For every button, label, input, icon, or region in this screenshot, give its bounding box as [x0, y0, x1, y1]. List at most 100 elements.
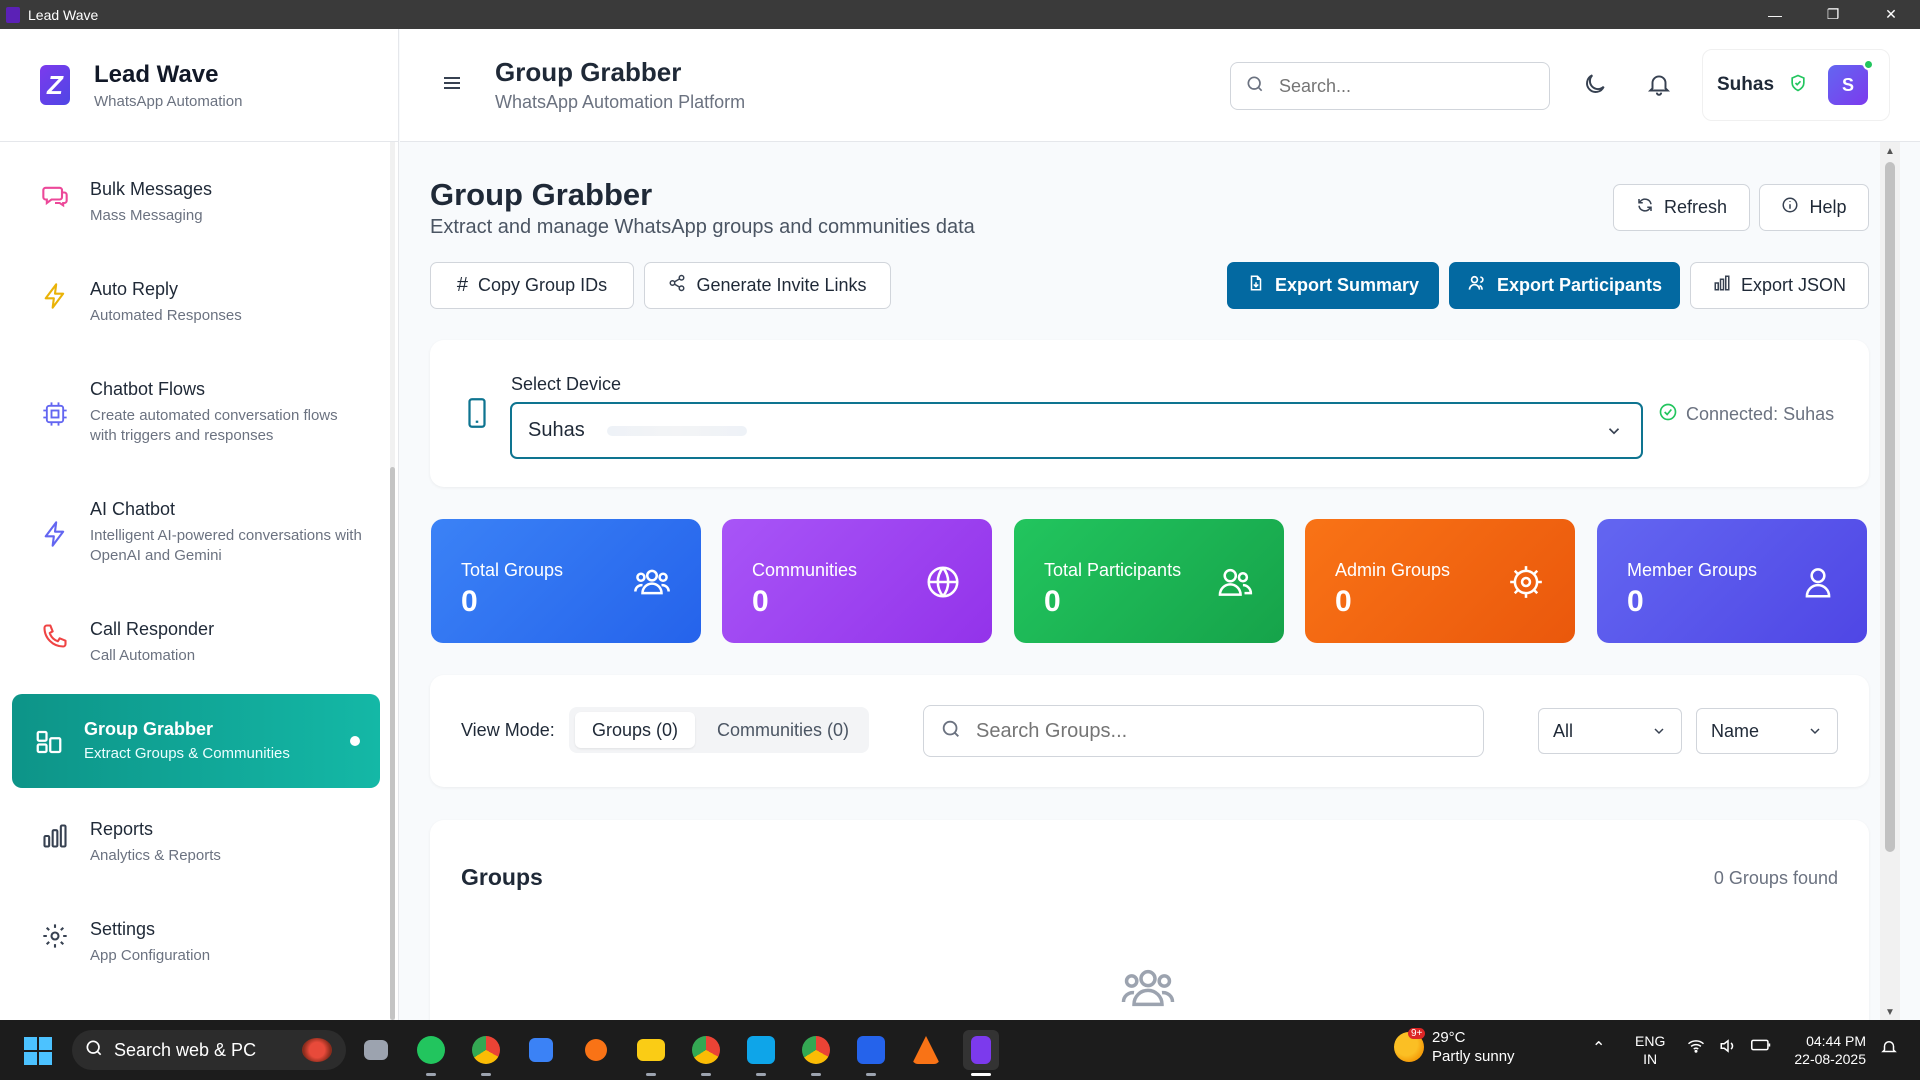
group-search-input[interactable] [976, 719, 1456, 743]
scroll-up-arrow-icon[interactable]: ▲ [1885, 146, 1895, 157]
bolt-icon [40, 519, 70, 549]
weather-badge: 9+ [1408, 1028, 1426, 1039]
stat-value: 0 [1044, 585, 1061, 618]
region-code: IN [1643, 1051, 1658, 1067]
app-logo-icon [6, 6, 20, 23]
magnifier-app-icon[interactable] [578, 1030, 614, 1070]
export-json-button[interactable]: Export JSON [1690, 262, 1869, 309]
start-button-icon[interactable] [24, 1037, 52, 1065]
taskbar-search-label: Search web & PC [114, 1039, 257, 1060]
user-profile-menu[interactable]: Suhas S [1702, 49, 1890, 121]
stat-label: Admin Groups [1335, 560, 1451, 580]
stat-value: 0 [1627, 585, 1644, 618]
generate-invite-links-label: Generate Invite Links [696, 275, 867, 295]
chrome-icon[interactable] [468, 1030, 504, 1076]
sort-value: Name [1711, 720, 1760, 741]
partly-sunny-icon: 9+ [1394, 1028, 1426, 1062]
sidebar-item-label: Group Grabber [84, 718, 214, 739]
sidebar-item-ai-chatbot[interactable]: AI Chatbot Intelligent AI-powered conver… [12, 499, 380, 566]
wifi-icon[interactable] [1687, 1038, 1705, 1059]
notification-bell-icon[interactable] [1646, 71, 1672, 102]
stat-card-total-groups: Total Groups 0 [431, 519, 701, 643]
sidebar-item-call-responder[interactable]: Call Responder Call Automation [12, 619, 380, 666]
export-json-label: Export JSON [1740, 275, 1847, 295]
tab-communities[interactable]: Communities (0) [703, 712, 863, 748]
export-participants-button[interactable]: Export Participants [1449, 262, 1680, 309]
device-select[interactable]: Suhas [510, 402, 1643, 459]
search-highlight-icon [302, 1038, 332, 1062]
system-clock[interactable]: 04:44 PM 22-08-2025 [1786, 1032, 1866, 1068]
tab-groups[interactable]: Groups (0) [575, 712, 695, 748]
vscode-icon[interactable] [743, 1030, 779, 1076]
message-icon [40, 181, 70, 211]
brand-logo-icon: Z [40, 65, 70, 105]
refresh-label: Refresh [1663, 197, 1728, 217]
type-filter-select[interactable]: All [1538, 708, 1682, 754]
weather-widget[interactable]: 9+ 29°C Partly sunny [1394, 1028, 1515, 1066]
notifications-icon[interactable] [1880, 1038, 1898, 1061]
header-search-box[interactable] [1230, 62, 1550, 110]
task-view-icon[interactable] [358, 1030, 394, 1070]
chevron-down-icon [1605, 422, 1623, 446]
weather-temperature: 29°C [1432, 1029, 1466, 1046]
groups-list-card: Groups 0 Groups found [430, 820, 1869, 1020]
minimize-button[interactable]: — [1746, 0, 1804, 29]
main-scrollbar[interactable]: ▲ ▼ [1880, 142, 1900, 1020]
header-subtitle: WhatsApp Automation Platform [495, 92, 746, 112]
chevron-up-icon[interactable]: ⌃ [1592, 1038, 1605, 1058]
groups-found-count: 0 Groups found [1713, 868, 1838, 888]
chrome-profile-2-icon[interactable] [798, 1030, 834, 1076]
brand-subtitle: WhatsApp Automation [94, 92, 243, 110]
copy-group-ids-button[interactable]: # Copy Group IDs [430, 262, 634, 309]
sidebar-item-label: Bulk Messages [90, 179, 213, 199]
sidebar-scrollbar[interactable] [390, 142, 395, 1020]
file-icon [1247, 274, 1265, 297]
maximize-button[interactable]: ❐ [1804, 0, 1862, 29]
sidebar-item-auto-reply[interactable]: Auto Reply Automated Responses [12, 279, 380, 326]
word-icon[interactable] [853, 1030, 889, 1076]
whatsapp-icon[interactable] [413, 1030, 449, 1076]
network-tool-icon[interactable] [523, 1030, 559, 1070]
help-button[interactable]: Help [1759, 184, 1869, 231]
bar-chart-icon [40, 821, 70, 851]
stat-value: 0 [1335, 585, 1352, 618]
sidebar-item-reports[interactable]: Reports Analytics & Reports [12, 819, 380, 866]
groups-section-title: Groups [461, 864, 543, 890]
group-search-box[interactable] [923, 705, 1484, 757]
avatar[interactable]: S [1828, 59, 1875, 105]
sidebar-item-desc: App Configuration [90, 947, 211, 964]
taskbar-search[interactable]: Search web & PC [72, 1030, 346, 1070]
file-explorer-icon[interactable] [633, 1030, 669, 1076]
volume-icon[interactable] [1719, 1038, 1737, 1059]
battery-icon[interactable] [1751, 1038, 1771, 1059]
smartphone-icon [466, 398, 488, 433]
lightning-icon [40, 281, 70, 311]
sidebar: Z Lead Wave WhatsApp Automation Bulk Mes… [0, 29, 399, 1020]
phone-icon [40, 621, 70, 651]
stat-value: 0 [461, 585, 478, 618]
close-button[interactable]: ✕ [1862, 0, 1920, 29]
vlc-icon[interactable] [908, 1030, 944, 1070]
search-icon [84, 1038, 104, 1063]
sidebar-item-group-grabber[interactable]: Group Grabber Extract Groups & Communiti… [12, 694, 380, 788]
view-mode-label: View Mode: [461, 720, 555, 740]
chrome-profile-icon[interactable] [688, 1030, 724, 1076]
empty-users-icon [1120, 960, 1176, 1020]
sort-select[interactable]: Name [1696, 708, 1838, 754]
export-summary-button[interactable]: Export Summary [1227, 262, 1439, 309]
scroll-down-arrow-icon[interactable]: ▼ [1885, 1007, 1895, 1018]
sidebar-item-label: Call Responder [90, 619, 215, 639]
sidebar-item-chatbot-flows[interactable]: Chatbot Flows Create automated conversat… [12, 379, 380, 446]
dark-mode-toggle-icon[interactable] [1582, 71, 1608, 102]
hamburger-menu-icon[interactable] [440, 71, 464, 95]
stat-card-communities: Communities 0 [722, 519, 992, 643]
generate-invite-links-button[interactable]: Generate Invite Links [644, 262, 891, 309]
sidebar-item-settings[interactable]: Settings App Configuration [12, 919, 380, 966]
users-icon [633, 563, 671, 606]
sidebar-item-bulk-messages[interactable]: Bulk Messages Mass Messaging [12, 179, 380, 226]
header-search-input[interactable] [1279, 75, 1529, 97]
scrollbar-thumb[interactable] [1885, 162, 1895, 852]
refresh-button[interactable]: Refresh [1613, 184, 1750, 231]
lead-wave-taskbar-icon[interactable] [963, 1030, 999, 1076]
language-indicator[interactable]: ENG IN [1635, 1032, 1665, 1068]
